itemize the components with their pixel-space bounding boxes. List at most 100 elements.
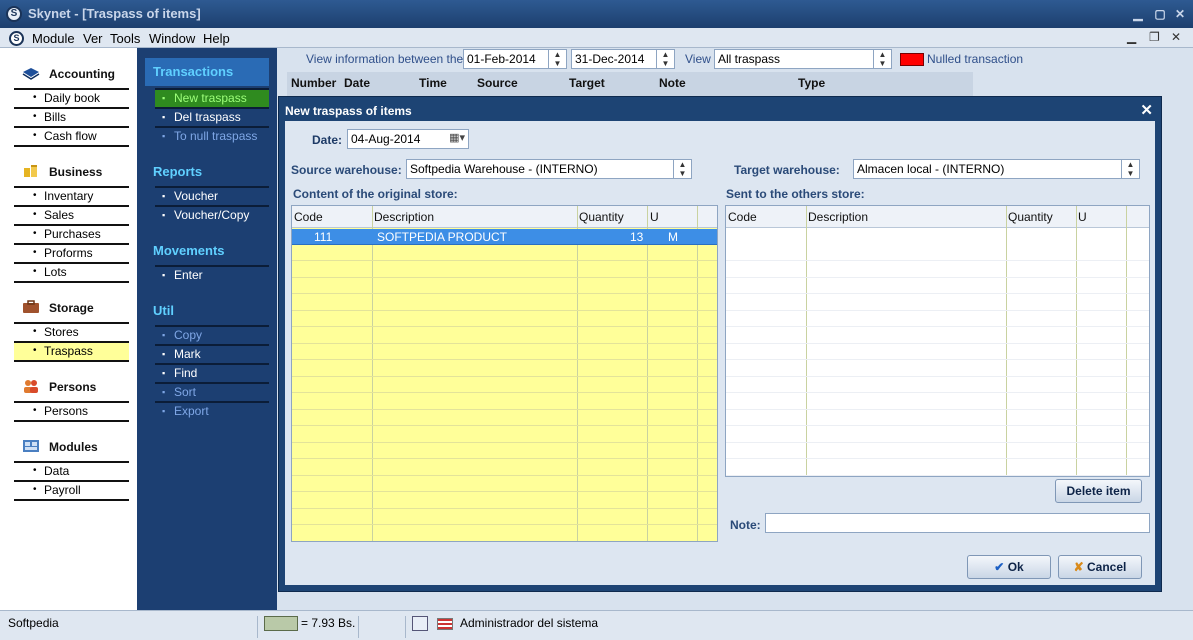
action-copy[interactable]: Copy — [155, 325, 269, 344]
col-source[interactable]: Source — [477, 76, 518, 90]
grid-row-line — [726, 427, 1149, 443]
mdi-restore-icon[interactable]: ❐ — [1149, 30, 1160, 44]
nav-lots[interactable]: Lots — [14, 262, 129, 283]
action-find[interactable]: Find — [155, 363, 269, 382]
menu-module[interactable]: Module — [32, 31, 75, 46]
nav-purchases[interactable]: Purchases — [14, 224, 129, 243]
menu-tools[interactable]: Tools — [110, 31, 140, 46]
target-warehouse-spin-icon[interactable]: ▲ ▼ — [1121, 160, 1139, 178]
others-col-description[interactable]: Description — [808, 210, 868, 224]
date-to-field[interactable]: 31-Dec-2014 ▲ ▼ — [571, 49, 675, 69]
original-store-label: Content of the original store: — [293, 187, 458, 201]
col-target[interactable]: Target — [569, 76, 605, 90]
action-sort[interactable]: Sort — [155, 382, 269, 401]
target-warehouse-select[interactable]: Almacen local - (INTERNO) ▲ ▼ — [853, 159, 1140, 179]
nav-data[interactable]: Data — [14, 461, 129, 480]
grid-row-line — [726, 460, 1149, 476]
orig-col-unit[interactable]: U — [650, 210, 659, 224]
delete-item-button[interactable]: Delete item — [1055, 479, 1142, 503]
nav-stores[interactable]: Stores — [14, 322, 129, 341]
date-from-spin-icon[interactable]: ▲ ▼ — [548, 50, 566, 68]
nav-daily-book[interactable]: Daily book — [14, 88, 129, 107]
col-type[interactable]: Type — [798, 76, 825, 90]
source-warehouse-spin-icon[interactable]: ▲ ▼ — [673, 160, 691, 178]
ok-button[interactable]: ✔ Ok — [967, 555, 1051, 579]
source-warehouse-select[interactable]: Softpedia Warehouse - (INTERNO) ▲ ▼ — [406, 159, 692, 179]
cancel-button[interactable]: ✘ Cancel — [1058, 555, 1142, 579]
grid-row-line — [292, 443, 717, 459]
menu-ver[interactable]: Ver — [83, 31, 103, 46]
others-store-label: Sent to the others store: — [726, 187, 865, 201]
view-select[interactable]: All traspass ▲ ▼ — [714, 49, 892, 69]
minimize-button[interactable]: ▁ — [1130, 6, 1146, 22]
col-note[interactable]: Note — [659, 76, 686, 90]
orig-col-description[interactable]: Description — [374, 210, 434, 224]
dialog-body: Date: 04-Aug-2014 ▦▾ Source warehouse: S… — [285, 121, 1155, 585]
row-unit: M — [668, 230, 678, 244]
action-voucher-copy[interactable]: Voucher/Copy — [155, 205, 269, 224]
date-to-spin-icon[interactable]: ▲ ▼ — [656, 50, 674, 68]
exchange-rate: = 7.93 Bs. — [301, 616, 356, 630]
action-mark[interactable]: Mark — [155, 344, 269, 363]
action-new-traspass[interactable]: New traspass — [155, 88, 269, 107]
grid-row-line — [292, 476, 717, 492]
orig-col-code[interactable]: Code — [294, 210, 323, 224]
nav-payroll[interactable]: Payroll — [14, 480, 129, 501]
grid-row-line — [726, 410, 1149, 426]
dialog-close-icon[interactable]: ✕ — [1140, 101, 1153, 119]
date-from-field[interactable]: 01-Feb-2014 ▲ ▼ — [463, 49, 567, 69]
status-separator — [257, 616, 258, 638]
menu-window[interactable]: Window — [149, 31, 195, 46]
others-store-grid[interactable]: Code Description Quantity U — [725, 205, 1150, 477]
menu-app-icon[interactable]: S — [9, 31, 24, 46]
nav-sales[interactable]: Sales — [14, 205, 129, 224]
computer-icon — [412, 616, 428, 631]
others-col-quantity[interactable]: Quantity — [1008, 210, 1053, 224]
col-time[interactable]: Time — [419, 76, 447, 90]
grid-row-line — [292, 245, 717, 261]
status-separator — [405, 616, 406, 638]
source-warehouse-label: Source warehouse: — [291, 163, 402, 177]
grid-row-line — [292, 493, 717, 509]
date-value: 04-Aug-2014 — [351, 132, 421, 146]
menu-help[interactable]: Help — [203, 31, 230, 46]
grid-row-line — [726, 328, 1149, 344]
actions-transactions-header[interactable]: Transactions — [145, 58, 269, 86]
table-row[interactable]: 111 SOFTPEDIA PRODUCT 13 M — [292, 229, 717, 245]
original-grid-header: Code Description Quantity U — [292, 206, 717, 228]
action-export[interactable]: Export — [155, 401, 269, 420]
view-select-spin-icon[interactable]: ▲ ▼ — [873, 50, 891, 68]
date-field[interactable]: 04-Aug-2014 ▦▾ — [347, 129, 469, 149]
nav-traspass[interactable]: Traspass — [14, 341, 129, 362]
action-to-null-traspass[interactable]: To null traspass — [155, 126, 269, 145]
ok-label: Ok — [1007, 560, 1024, 574]
col-number[interactable]: Number — [291, 76, 336, 90]
menu-bar: S Module Ver Tools Window Help ▁ ❐ ✕ — [0, 28, 1193, 48]
action-del-traspass[interactable]: Del traspass — [155, 107, 269, 126]
nav-persons[interactable]: Persons — [14, 401, 129, 422]
action-voucher[interactable]: Voucher — [155, 186, 269, 205]
action-enter[interactable]: Enter — [155, 265, 269, 284]
briefcase-icon — [23, 300, 39, 313]
grid-row-line — [726, 295, 1149, 311]
nav-bills[interactable]: Bills — [14, 107, 129, 126]
close-button[interactable]: ✕ — [1172, 6, 1188, 22]
mdi-close-icon[interactable]: ✕ — [1171, 30, 1181, 44]
note-label: Note: — [730, 518, 761, 532]
col-date[interactable]: Date — [344, 76, 370, 90]
nav-cash-flow[interactable]: Cash flow — [14, 126, 129, 147]
action-panel: Transactions New traspass Del traspass T… — [137, 48, 277, 610]
grid-row-line — [292, 278, 717, 294]
orig-col-quantity[interactable]: Quantity — [579, 210, 624, 224]
nav-proforms[interactable]: Proforms — [14, 243, 129, 262]
mdi-minimize-icon[interactable]: ▁ — [1127, 30, 1136, 44]
status-separator — [358, 616, 359, 638]
others-col-code[interactable]: Code — [728, 210, 757, 224]
nav-inventary[interactable]: Inventary — [14, 186, 129, 205]
status-left-text: Softpedia — [8, 616, 59, 630]
maximize-button[interactable]: ▢ — [1152, 6, 1168, 22]
others-col-unit[interactable]: U — [1078, 210, 1087, 224]
note-input[interactable] — [765, 513, 1150, 533]
calendar-dropdown-icon[interactable]: ▦▾ — [449, 131, 465, 145]
original-store-grid[interactable]: Code Description Quantity U 111 SOFTPEDI… — [291, 205, 718, 542]
